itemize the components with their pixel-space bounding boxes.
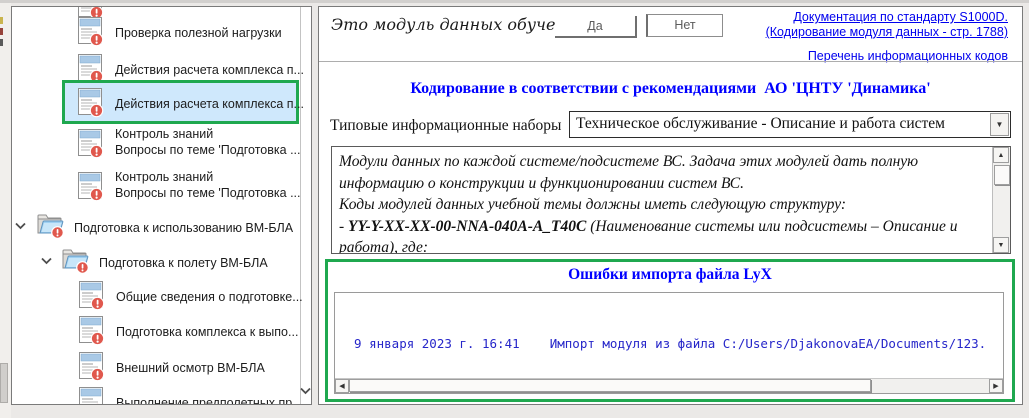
no-button[interactable]: Нет xyxy=(646,14,723,37)
cutoff-icon xyxy=(0,28,3,35)
module-editor-panel: Это модуль данных обучения? Да Нет Докум… xyxy=(318,6,1023,405)
cutoff-icon xyxy=(0,39,3,46)
combobox-dropdown-button[interactable]: ▼ xyxy=(990,113,1009,136)
scroll-right-button[interactable]: ▶ xyxy=(989,379,1003,393)
document-icon xyxy=(77,171,104,202)
tree-item[interactable]: Подготовка комплекса к выпо... xyxy=(78,315,298,346)
tree-folder[interactable]: Подготовка к использованию ВМ-БЛА xyxy=(14,212,293,239)
tree-item-label: Выполнение предполетных пр... xyxy=(116,395,303,405)
left-cutoff-column xyxy=(0,3,11,418)
tree-item[interactable]: Выполнение предполетных пр... xyxy=(78,386,303,405)
yes-button[interactable]: Да xyxy=(555,16,637,38)
log-line-info: 9 января 2023 г. 16:41 Импорт модуля из … xyxy=(339,335,986,353)
s1000d-doc-link[interactable]: Документация по стандарту S1000D. (Кодир… xyxy=(766,10,1008,40)
info-set-description-text: Модули данных по каждой системе/подсисте… xyxy=(339,151,988,254)
exclamation-badge-icon xyxy=(91,368,103,380)
cutoff-icon xyxy=(0,17,3,24)
chevron-down-icon[interactable] xyxy=(40,256,53,266)
left-scrollbar-thumb[interactable] xyxy=(0,363,8,403)
folder-icon xyxy=(61,247,90,274)
arrow-up-icon: ▲ xyxy=(998,152,1005,159)
document-icon xyxy=(78,280,105,311)
tree-item-label: Контроль знаний Вопросы по теме 'Подгото… xyxy=(115,126,301,159)
tree-item[interactable]: Контроль знаний Вопросы по теме 'Подгото… xyxy=(77,171,301,202)
document-icon xyxy=(78,351,105,382)
tree-item-label: Действия расчета комплекса п... xyxy=(115,96,304,118)
tree-item-label: Контроль знаний Вопросы по теме 'Подгото… xyxy=(115,169,301,202)
scroll-up-button[interactable]: ▲ xyxy=(993,147,1009,163)
document-icon xyxy=(77,87,104,118)
exclamation-badge-icon xyxy=(52,227,64,239)
header-divider xyxy=(319,61,1022,62)
module-tree-panel: Проверка полезной нагрузки Действия расч… xyxy=(11,6,312,405)
arrow-left-icon: ◀ xyxy=(339,383,344,390)
tree-item-label: Подготовка комплекса к выпо... xyxy=(116,324,298,346)
tree-folder-label: Подготовка к полету ВМ-БЛА xyxy=(99,255,268,274)
lyx-errors-title: Ошибки импорта файла LyX xyxy=(328,266,1012,284)
coding-heading: Кодирование в соответствии с рекомендаци… xyxy=(319,80,1022,98)
info-sets-label: Типовые информационные наборы xyxy=(330,117,561,135)
tree-folder-label: Подготовка к использованию ВМ-БЛА xyxy=(74,220,293,239)
textarea-scrollbar[interactable]: ▲ ▼ xyxy=(992,147,1010,253)
exclamation-badge-icon xyxy=(90,188,102,200)
chevron-down-icon: ▼ xyxy=(996,120,1004,129)
scrollbar-thumb[interactable] xyxy=(349,379,871,392)
tree-item-selected[interactable]: Действия расчета комплекса п... xyxy=(62,80,299,124)
chevron-down-icon[interactable] xyxy=(14,221,27,231)
arrow-right-icon: ▶ xyxy=(993,383,998,390)
document-icon xyxy=(77,16,104,47)
info-sets-value: Техническое обслуживание - Описание и ра… xyxy=(576,115,988,133)
chevron-down-icon[interactable] xyxy=(299,386,312,396)
tree-item-label: Внешний осмотр ВМ-БЛА xyxy=(116,360,265,382)
scroll-down-button[interactable]: ▼ xyxy=(993,237,1009,253)
document-icon xyxy=(77,128,104,159)
tree-item[interactable]: Контроль знаний Вопросы по теме 'Подгото… xyxy=(77,128,301,159)
arrow-down-icon: ▼ xyxy=(998,242,1005,249)
exclamation-badge-icon xyxy=(77,262,89,274)
tree-item[interactable]: Проверка полезной нагрузки xyxy=(77,16,282,47)
exclamation-badge-icon xyxy=(90,33,102,45)
scrollbar-thumb[interactable] xyxy=(994,165,1010,185)
tree-folder[interactable]: Подготовка к полету ВМ-БЛА xyxy=(40,247,268,274)
tree-item-label: Общие сведения о подготовке... xyxy=(116,289,303,311)
exclamation-badge-icon xyxy=(90,104,102,116)
lyx-import-errors-section: Ошибки импорта файла LyX 9 января 2023 г… xyxy=(325,259,1015,402)
exclamation-badge-icon xyxy=(91,297,103,309)
help-links: Документация по стандарту S1000D. (Кодир… xyxy=(766,10,1008,64)
info-sets-combobox[interactable]: Техническое обслуживание - Описание и ра… xyxy=(569,111,1011,138)
scroll-left-button[interactable]: ◀ xyxy=(335,379,349,393)
folder-icon xyxy=(36,212,65,239)
info-set-description-textarea[interactable]: Модули данных по каждой системе/подсисте… xyxy=(331,146,1011,254)
tree-item-label: Проверка полезной нагрузки xyxy=(115,25,282,47)
exclamation-badge-icon xyxy=(91,332,103,344)
tree-scroll-down-chevron[interactable] xyxy=(299,386,311,398)
tree-item[interactable]: Внешний осмотр ВМ-БЛА xyxy=(78,351,265,382)
document-icon xyxy=(78,386,105,405)
import-log[interactable]: 9 января 2023 г. 16:41 Импорт модуля из … xyxy=(334,292,1004,394)
log-horizontal-scrollbar[interactable]: ◀ ▶ xyxy=(335,378,1003,393)
exclamation-badge-icon xyxy=(90,145,102,157)
document-icon xyxy=(78,315,105,346)
app-window: Проверка полезной нагрузки Действия расч… xyxy=(0,0,1029,418)
tree-item[interactable]: Общие сведения о подготовке... xyxy=(78,280,303,311)
